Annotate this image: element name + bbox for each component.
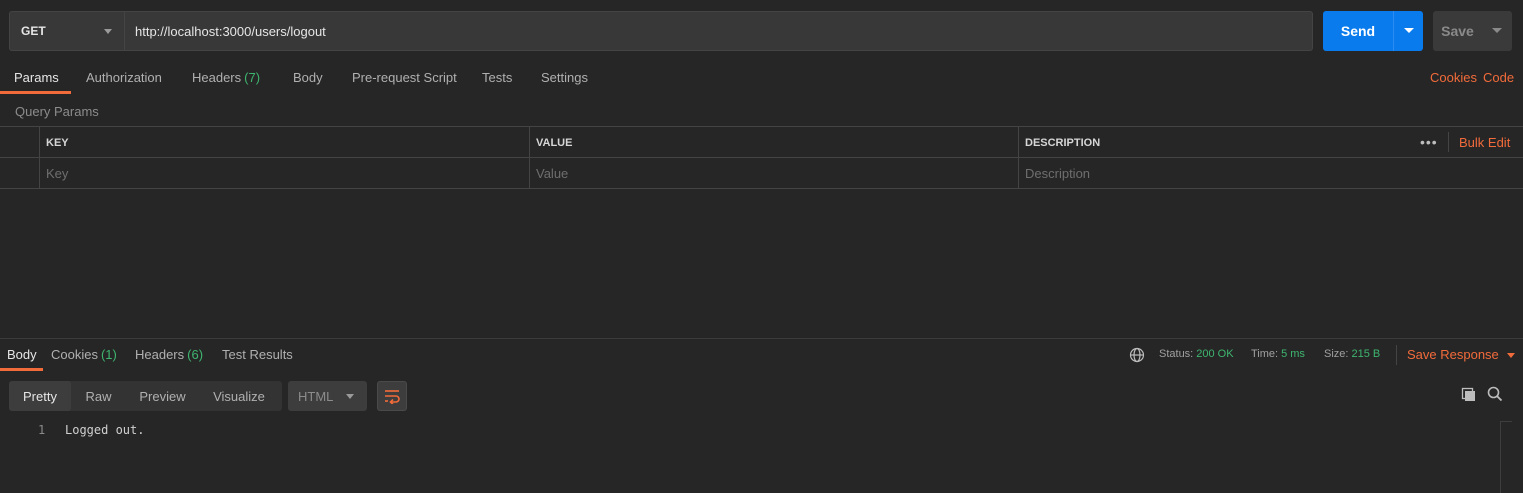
active-tab-indicator bbox=[0, 91, 71, 94]
tab-label: Body bbox=[293, 70, 323, 85]
size-value[interactable]: 215 B bbox=[1351, 348, 1380, 360]
tab-label: Headers bbox=[135, 347, 185, 362]
more-options-icon[interactable]: ••• bbox=[1420, 134, 1438, 150]
response-tab-cookies[interactable]: Cookies (1) bbox=[51, 347, 117, 362]
tab-label: Tests bbox=[482, 70, 513, 85]
tab-params[interactable]: Params bbox=[14, 70, 59, 85]
globe-icon[interactable] bbox=[1129, 347, 1145, 363]
status-label: Status: bbox=[1159, 348, 1194, 360]
response-scrollbar[interactable] bbox=[1500, 421, 1512, 493]
line-number: 1 bbox=[38, 423, 46, 437]
view-preview-button[interactable]: Preview bbox=[126, 381, 199, 411]
method-select[interactable]: GET bbox=[9, 11, 124, 51]
time-readout: Time: 5 ms bbox=[1251, 348, 1305, 360]
format-label: HTML bbox=[298, 388, 334, 404]
status-value[interactable]: 200 OK bbox=[1196, 348, 1233, 360]
tab-label: Authorization bbox=[86, 70, 162, 85]
response-tab-headers[interactable]: Headers (6) bbox=[135, 347, 203, 362]
tab-pre-request-script[interactable]: Pre-request Script bbox=[352, 70, 457, 85]
cookies-link[interactable]: Cookies bbox=[1430, 70, 1477, 85]
response-line: 1 Logged out. bbox=[0, 421, 1490, 439]
chevron-down-icon bbox=[1506, 353, 1515, 359]
key-input[interactable]: Key bbox=[39, 158, 529, 189]
code-link[interactable]: Code bbox=[1483, 70, 1514, 85]
query-params-title: Query Params bbox=[15, 104, 99, 119]
view-visualize-button[interactable]: Visualize bbox=[199, 381, 279, 411]
table-header-row: KEY VALUE DESCRIPTION ••• Bulk Edit bbox=[0, 127, 1523, 158]
send-options-button[interactable] bbox=[1393, 11, 1423, 51]
column-header-description: DESCRIPTION bbox=[1018, 127, 1448, 158]
time-label: Time: bbox=[1251, 348, 1279, 360]
send-button[interactable]: Send bbox=[1323, 11, 1393, 51]
tab-body[interactable]: Body bbox=[293, 70, 323, 85]
response-tab-test-results[interactable]: Test Results bbox=[222, 347, 293, 362]
view-raw-button[interactable]: Raw bbox=[71, 381, 126, 411]
active-tab-indicator bbox=[0, 368, 43, 371]
copy-icon[interactable] bbox=[1461, 387, 1477, 403]
chevron-down-icon bbox=[1404, 28, 1414, 33]
tab-label: Cookies bbox=[51, 347, 98, 362]
value-input[interactable]: Value bbox=[529, 158, 1019, 189]
url-input[interactable] bbox=[124, 11, 1313, 51]
size-label: Size: bbox=[1324, 348, 1349, 360]
time-value[interactable]: 5 ms bbox=[1281, 348, 1305, 360]
tab-label: Headers bbox=[192, 70, 242, 85]
request-tabs: Params Authorization Headers (7) Body Pre… bbox=[0, 62, 1523, 94]
tab-headers[interactable]: Headers (7) bbox=[192, 70, 260, 85]
size-readout: Size: 215 B bbox=[1324, 348, 1380, 360]
method-label: GET bbox=[21, 24, 46, 38]
tab-label: Params bbox=[14, 70, 59, 85]
table-row: Key Value Description bbox=[0, 158, 1523, 189]
tab-label: Test Results bbox=[222, 347, 293, 362]
bulk-edit-link[interactable]: Bulk Edit bbox=[1459, 135, 1510, 150]
line-text: Logged out. bbox=[65, 423, 145, 437]
description-input[interactable]: Description bbox=[1018, 158, 1523, 189]
tab-label: Settings bbox=[541, 70, 588, 85]
view-mode-switcher: Pretty Raw Preview Visualize bbox=[9, 381, 282, 411]
column-header-value: VALUE bbox=[529, 127, 1019, 158]
tab-count: (1) bbox=[100, 347, 117, 362]
format-select[interactable]: HTML bbox=[288, 381, 367, 411]
chevron-down-icon bbox=[104, 29, 112, 34]
tab-label: Pre-request Script bbox=[352, 70, 457, 85]
tab-count: (6) bbox=[187, 347, 204, 362]
status-readout: Status: 200 OK bbox=[1159, 348, 1234, 360]
save-response-label: Save Response bbox=[1407, 347, 1499, 362]
chevron-down-icon bbox=[346, 394, 354, 399]
tab-tests[interactable]: Tests bbox=[482, 70, 512, 85]
save-response-button[interactable]: Save Response bbox=[1407, 347, 1515, 362]
tab-count: (7) bbox=[244, 70, 261, 85]
divider bbox=[1396, 345, 1397, 365]
chevron-down-icon bbox=[1492, 28, 1502, 33]
tab-label: Body bbox=[7, 347, 37, 362]
params-table: KEY VALUE DESCRIPTION ••• Bulk Edit Key … bbox=[0, 126, 1523, 189]
response-tab-body[interactable]: Body bbox=[7, 347, 37, 362]
column-header-key: KEY bbox=[39, 127, 529, 158]
wrap-lines-button[interactable] bbox=[377, 381, 407, 411]
save-button[interactable]: Save bbox=[1433, 11, 1482, 51]
response-tabs: Body Cookies (1) Headers (6) Test Results … bbox=[0, 339, 1523, 371]
divider bbox=[1448, 132, 1449, 152]
wrap-icon bbox=[385, 390, 400, 404]
view-pretty-button[interactable]: Pretty bbox=[9, 381, 71, 411]
tab-authorization[interactable]: Authorization bbox=[86, 70, 162, 85]
request-bar: GET Send Save bbox=[0, 0, 1523, 62]
save-options-button[interactable] bbox=[1482, 11, 1512, 51]
tab-settings[interactable]: Settings bbox=[541, 70, 588, 85]
search-icon[interactable] bbox=[1487, 386, 1503, 402]
